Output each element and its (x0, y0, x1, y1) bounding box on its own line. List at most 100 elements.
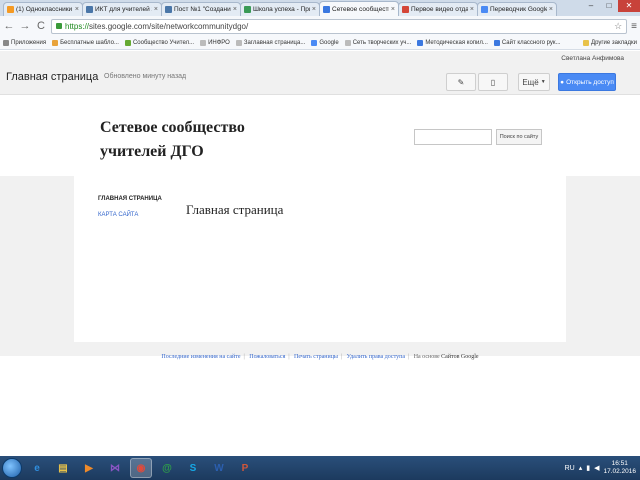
bookmark-item[interactable]: ИНФРО (200, 39, 230, 46)
volume-icon[interactable]: ◀ (594, 464, 599, 472)
minimize-button[interactable]: – (582, 0, 600, 12)
bookmark-item[interactable]: Приложения (3, 39, 47, 46)
visual-studio-icon[interactable]: ⋈ (104, 458, 126, 478)
network-icon[interactable]: ▮ (586, 464, 590, 472)
close-tab-icon[interactable]: × (312, 6, 316, 13)
address-bar[interactable]: https://sites.google.com/site/networkcom… (51, 18, 628, 34)
vk-favicon (165, 6, 172, 13)
sites-favicon (244, 6, 251, 13)
content-area: ГЛАВНАЯ СТРАНИЦА КАРТА САЙТА Главная стр… (74, 176, 566, 342)
site-page: Сетевое сообщество учителей ДГО Поиск по… (0, 96, 640, 456)
google-sites-link[interactable]: Сайтов Google (441, 354, 478, 360)
site-footer: Последние изменения на сайте | Пожаловать… (161, 354, 479, 360)
bookmark-item[interactable]: Методическая копил... (417, 39, 488, 46)
reload-button[interactable]: C (35, 20, 47, 32)
close-tab-icon[interactable]: × (75, 6, 79, 13)
sites-favicon (323, 5, 330, 13)
start-button[interactable] (2, 458, 22, 478)
page-title: Главная страница (6, 71, 99, 83)
browser-tab[interactable]: ИКТ для учителей 2 × (82, 2, 162, 16)
clock[interactable]: 16:51 17.02.2016 (603, 460, 636, 476)
bookmark-item[interactable]: Сообщество Учител... (124, 39, 195, 46)
browser-tab[interactable]: Пост №1 "Создание × (161, 2, 241, 16)
system-tray: RU ▴ ▮ ◀ 16:51 17.02.2016 (565, 460, 640, 476)
browser-tab[interactable]: Первое видео отдания× (398, 2, 478, 16)
vk-favicon (86, 6, 93, 13)
bookmark-label: Методическая копил... (425, 39, 488, 46)
star-icon[interactable]: ☆ (614, 21, 622, 32)
site-search-input[interactable] (414, 129, 492, 145)
close-tab-icon[interactable]: × (233, 6, 237, 13)
close-window-button[interactable]: ✕ (618, 0, 640, 12)
forward-button[interactable]: → (19, 20, 31, 32)
bookmark-item[interactable]: Заглавная страница... (235, 39, 305, 46)
tab-title: ИКТ для учителей 2 (95, 6, 152, 13)
tray-arrow-icon[interactable]: ▴ (579, 464, 583, 472)
powered-by: На основе (413, 354, 440, 360)
close-tab-icon[interactable]: × (154, 6, 158, 13)
word-icon[interactable]: W (208, 458, 230, 478)
browser-tab[interactable]: Сетевое сообщество× (319, 1, 399, 16)
browser-tab[interactable]: Школа успеха - Прил× (240, 2, 320, 16)
ie-icon[interactable]: e (26, 458, 48, 478)
powerpoint-icon[interactable]: P (234, 458, 256, 478)
footer-link-remove-access[interactable]: Удалить права доступа (347, 354, 405, 360)
page-icon (200, 39, 207, 46)
bookmark-label: Приложения (11, 39, 47, 46)
tab-title: (1) Одноклассники (16, 6, 73, 13)
close-tab-icon[interactable]: × (549, 6, 553, 13)
sidebar-item-sitemap[interactable]: КАРТА САЙТА (98, 212, 138, 218)
bookmark-label: Сайт классного рук... (501, 39, 561, 46)
browser-tab[interactable]: Переводчик Google × (477, 2, 557, 16)
folder-icon (583, 39, 590, 46)
bookmark-label: ИНФРО (208, 39, 230, 46)
more-actions-button[interactable]: Ещё ▼ (518, 73, 550, 91)
new-page-button[interactable]: ▯ (478, 73, 508, 91)
chrome-icon[interactable]: ◉ (130, 458, 152, 478)
back-button[interactable]: ← (3, 20, 15, 32)
bookmark-item[interactable]: Сеть творческих уч... (344, 39, 412, 46)
edit-page-button[interactable]: ✎ (446, 73, 476, 91)
footer-link-print[interactable]: Печать страницы (294, 354, 338, 360)
user-name[interactable]: Светлана Анфимова (561, 55, 624, 62)
footer-link-recent[interactable]: Последние изменения на сайте (161, 354, 240, 360)
browser-tabstrip: (1) Одноклассники × ИКТ для учителей 2 × Пос… (0, 0, 640, 16)
site-header: Сетевое сообщество учителей ДГО Поиск по… (0, 96, 640, 176)
menu-icon[interactable]: ≡ (631, 21, 637, 32)
tab-title: Переводчик Google (490, 6, 547, 13)
bookmark-item[interactable]: Бесплатные шабло... (52, 39, 119, 46)
language-indicator[interactable]: RU (565, 465, 575, 472)
close-tab-icon[interactable]: × (470, 6, 474, 13)
content-title: Главная страница (186, 202, 284, 217)
google-icon (311, 39, 318, 46)
maximize-button[interactable]: □ (600, 0, 618, 12)
close-tab-icon[interactable]: × (391, 6, 395, 13)
chrome-alt-icon[interactable]: @ (156, 458, 178, 478)
bookmark-icon (493, 39, 500, 46)
bookmark-item[interactable]: Сайт классного рук... (493, 39, 561, 46)
other-bookmarks[interactable]: Другие закладки (583, 39, 637, 46)
bookmark-label: Сеть творческих уч... (352, 39, 412, 46)
page-icon (344, 39, 351, 46)
gmail-favicon (402, 6, 409, 13)
tab-title: Первое видео отдания (411, 6, 468, 13)
translate-favicon (481, 6, 488, 13)
pencil-icon: ✎ (457, 77, 465, 87)
site-search-button[interactable]: Поиск по сайту (496, 129, 542, 145)
page-icon (235, 39, 242, 46)
skype-icon[interactable]: S (182, 458, 204, 478)
bookmark-label: Сообщество Учител... (132, 39, 195, 46)
bookmark-label: Google (319, 39, 339, 46)
sidebar-item-home[interactable]: ГЛАВНАЯ СТРАНИЦА (98, 196, 162, 202)
media-player-icon[interactable]: ▶ (78, 458, 100, 478)
bookmark-icon (417, 39, 424, 46)
tab-title: Пост №1 "Создание (174, 6, 231, 13)
bookmarks-bar: Приложения Бесплатные шабло... Сообщество … (0, 36, 640, 50)
bookmark-item[interactable]: Google (311, 39, 339, 46)
browser-toolbar: ← → C https://sites.google.com/site/netw… (0, 16, 640, 36)
footer-link-report[interactable]: Пожаловаться (249, 354, 285, 360)
chevron-down-icon: ▼ (540, 79, 546, 85)
browser-tab[interactable]: (1) Одноклассники × (3, 2, 83, 16)
explorer-icon[interactable]: ▤ (52, 458, 74, 478)
share-button[interactable]: ● Открыть доступ (558, 73, 616, 91)
